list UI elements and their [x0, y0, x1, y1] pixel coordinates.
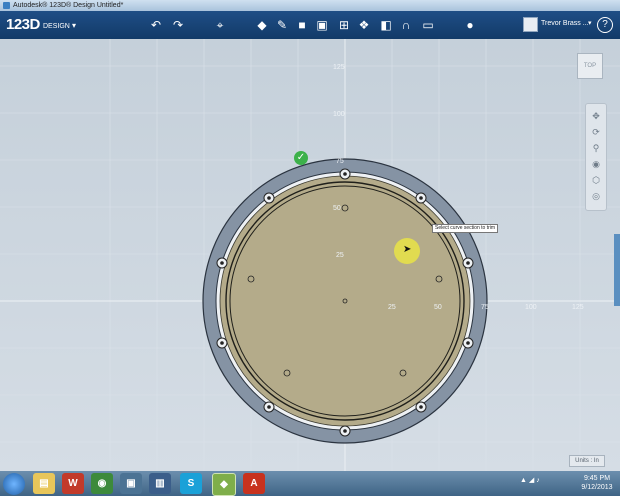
- undo-icon[interactable]: ↶: [148, 17, 164, 33]
- window-title-bar: Autodesk® 123D® Design Untitled*: [0, 0, 620, 11]
- zoom-icon[interactable]: ⚲: [590, 142, 602, 154]
- app-window-icon[interactable]: ▣: [120, 473, 142, 494]
- disk-face[interactable]: [219, 175, 471, 427]
- axis-y-label: 75: [336, 158, 344, 165]
- measure-icon[interactable]: ▭: [420, 17, 436, 33]
- system-clock[interactable]: 9:45 PM 9/12/2013: [580, 474, 614, 492]
- skype-icon[interactable]: S: [180, 473, 202, 494]
- chrome-icon[interactable]: ◉: [91, 473, 113, 494]
- primitives-icon[interactable]: ◆: [254, 17, 270, 33]
- material-icon[interactable]: ●: [462, 17, 478, 33]
- clock-date: 9/12/2013: [581, 484, 613, 491]
- app-icon-red[interactable]: W: [62, 473, 84, 494]
- sketch-icon[interactable]: ✎: [274, 17, 290, 33]
- units-indicator[interactable]: Units : In: [569, 455, 605, 467]
- viewcube[interactable]: TOP: [577, 53, 603, 79]
- transform-icon[interactable]: ⌖: [212, 17, 228, 33]
- chevron-down-icon[interactable]: ▾: [588, 19, 592, 27]
- side-panel-tab[interactable]: [614, 234, 620, 306]
- axis-y-label: 50: [333, 205, 341, 212]
- system-tray-icons[interactable]: ▲ ◢ ♪: [520, 476, 540, 484]
- visibility-eye-icon[interactable]: ◎: [590, 190, 602, 202]
- app-logo-sub[interactable]: DESIGN: [43, 23, 70, 30]
- grouping-icon[interactable]: ❖: [356, 17, 372, 33]
- axis-x-label: 75: [481, 304, 489, 311]
- mouse-cursor-icon: ➤: [403, 244, 412, 255]
- axis-x-label: 50: [434, 304, 442, 311]
- axis-y-label: 25: [336, 252, 344, 259]
- app-logo[interactable]: 123D: [6, 16, 40, 33]
- 123d-taskbar-icon[interactable]: ◆: [212, 473, 236, 496]
- document-icon[interactable]: ▥: [149, 473, 171, 494]
- pattern-icon[interactable]: ⊞: [336, 17, 352, 33]
- fit-icon[interactable]: ◉: [590, 158, 602, 170]
- user-name: Trevor Brass ...: [541, 20, 589, 27]
- confirm-check-icon[interactable]: ✓: [294, 151, 308, 165]
- window-title: Autodesk® 123D® Design Untitled*: [13, 2, 124, 9]
- avatar: [523, 17, 538, 32]
- axis-x-label: 100: [525, 304, 537, 311]
- modify-icon[interactable]: ▣: [314, 17, 330, 33]
- windows-taskbar: ▤ W ◉ ▣ ▥ S ◆ A ▲ ◢ ♪ 9:45 PM 9/12/2013: [0, 471, 620, 496]
- axis-x-label: 125: [572, 304, 584, 311]
- app-icon: [3, 2, 10, 9]
- axis-x-label: 25: [388, 304, 396, 311]
- trim-tooltip: Select curve section to trim: [432, 224, 499, 233]
- design-canvas[interactable]: 125 100 75 50 25 25 50 75 100 125 ✓ ➤ Se…: [0, 39, 620, 471]
- app-menu-chevron-icon[interactable]: ▾: [72, 21, 76, 30]
- start-button[interactable]: [3, 473, 25, 495]
- main-toolbar: 123D DESIGN ▾ ↶ ↷ ⌖ ◆ ✎ ■ ▣ ⊞ ❖ ◧ ∩ ▭ ● …: [0, 11, 620, 39]
- combine-icon[interactable]: ◧: [378, 17, 394, 33]
- user-account[interactable]: Trevor Brass ... ▾: [523, 17, 595, 33]
- navigation-bar: ✥ ⟳ ⚲ ◉ ⬡ ◎: [585, 103, 607, 211]
- explorer-icon[interactable]: ▤: [33, 473, 55, 494]
- clock-time: 9:45 PM: [583, 475, 611, 482]
- help-icon[interactable]: ?: [597, 17, 613, 33]
- construct-icon[interactable]: ■: [294, 17, 310, 33]
- redo-icon[interactable]: ↷: [170, 17, 186, 33]
- pan-icon[interactable]: ✥: [590, 110, 602, 122]
- canvas-drawing[interactable]: 125 100 75 50 25 25 50 75 100 125: [0, 39, 620, 471]
- axis-y-label: 100: [333, 111, 345, 118]
- axis-y-label: 125: [333, 64, 345, 71]
- snap-icon[interactable]: ∩: [398, 17, 414, 33]
- acrobat-icon[interactable]: A: [243, 473, 265, 494]
- view-style-icon[interactable]: ⬡: [590, 174, 602, 186]
- orbit-icon[interactable]: ⟳: [590, 126, 602, 138]
